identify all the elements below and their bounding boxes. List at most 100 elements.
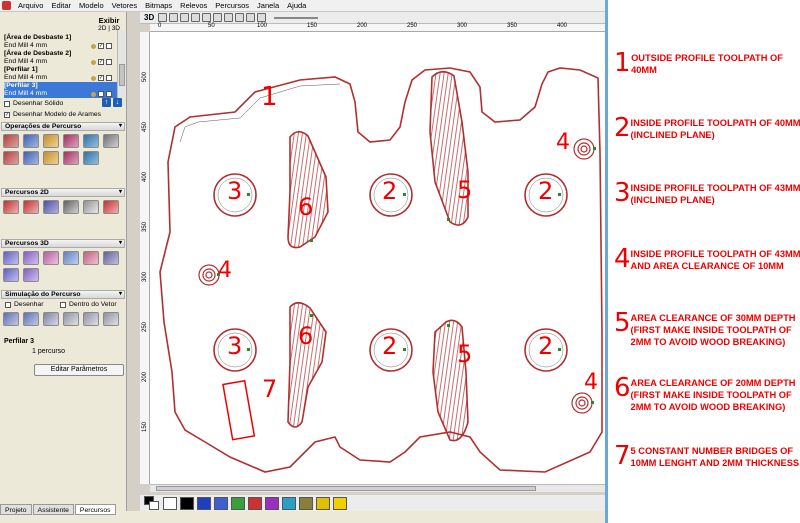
color-swatch[interactable] [299,496,313,510]
toolpath-op-icon[interactable] [83,151,99,165]
transparency-slider[interactable] [274,16,319,19]
fg-bg-color-icon[interactable] [144,496,160,510]
settings-sim-icon[interactable] [103,312,119,326]
color-swatch[interactable] [163,496,177,510]
relief-3d-icon[interactable] [3,268,19,282]
pocket-area-clearance[interactable] [287,130,329,249]
toolpath-op-icon[interactable] [3,151,19,165]
tab-projeto[interactable]: Projeto [0,504,32,515]
visible-checkbox[interactable]: ✓ [98,75,104,81]
simulate-all-icon[interactable] [3,312,19,326]
small-clearance-circle[interactable] [198,264,220,286]
collapse-icon[interactable]: ▾ [119,240,122,247]
zoom-in-icon[interactable] [158,13,168,22]
edit-parameters-button[interactable]: Editar Parâmetros [34,364,124,376]
solid-option[interactable]: Desenhar Sólido [4,100,63,107]
texture-tool-icon[interactable] [103,200,119,214]
visible-checkbox[interactable]: ✓ [98,43,104,49]
toolpath-op-icon[interactable] [63,134,79,148]
color-swatch[interactable] [248,496,262,510]
tree-item-selected[interactable]: End Mill 4 mm ✓ [4,90,122,98]
collapse-icon[interactable]: ▾ [119,123,122,130]
pocket-area-clearance[interactable] [432,319,469,442]
project-3d-icon[interactable] [83,251,99,265]
solid-checkbox[interactable] [4,100,10,107]
menu-modelo[interactable]: Modelo [75,0,108,12]
visible-checkbox[interactable]: ✓ [98,59,104,65]
speed-sim-icon[interactable] [83,312,99,326]
tab-assistente[interactable]: Assistente [32,504,74,515]
menu-percursos[interactable]: Percursos [211,0,253,12]
small-clearance-circle[interactable] [573,138,595,160]
small-clearance-circle[interactable] [571,392,593,414]
select-checkbox[interactable] [106,91,112,97]
menu-relevos[interactable]: Relevos [176,0,211,12]
zlevel-3d-icon[interactable] [63,251,79,265]
measure-icon[interactable] [235,13,245,22]
finishing-3d-icon[interactable] [23,251,39,265]
pan-icon[interactable] [224,13,234,22]
tree-item[interactable]: End Mill 4 mm ✓ [4,74,122,82]
simulate-one-icon[interactable] [23,312,39,326]
sim-draw-option[interactable]: Desenhar [5,301,43,308]
menu-ajuda[interactable]: Ajuda [283,0,310,12]
toolpath-op-icon[interactable] [23,134,39,148]
wire-option[interactable]: ✓ Desenhar Modelo de Arames [4,111,101,118]
engrave-3d-icon[interactable] [23,268,39,282]
roughing-3d-icon[interactable] [3,251,19,265]
collapse-icon[interactable]: ▾ [119,189,122,196]
zoom-out-icon[interactable] [169,13,179,22]
reset-sim-icon[interactable] [63,312,79,326]
profile-tool-icon[interactable] [3,200,19,214]
visible-checkbox[interactable]: ✓ [98,91,104,97]
zoom-all-icon[interactable] [202,13,212,22]
sim-inside-checkbox[interactable] [60,301,66,308]
view-mode-label[interactable]: 3D [144,13,154,22]
toolpath-op-icon[interactable] [43,151,59,165]
view-iso-icon[interactable] [257,13,267,22]
menu-arquivo[interactable]: Arquivo [14,0,47,12]
wire-checkbox[interactable]: ✓ [4,111,10,118]
move-down-button[interactable]: ↓ [113,98,122,107]
color-swatch[interactable] [333,496,347,510]
zoom-window-icon[interactable] [213,13,223,22]
pocket-tool-icon[interactable] [23,200,39,214]
section-operations[interactable]: Operações de Percurso ▾ [1,122,125,131]
tree-scrollbar[interactable] [117,30,125,106]
toolpath-op-icon[interactable] [63,151,79,165]
tree-scrollbar-thumb[interactable] [119,64,125,86]
select-checkbox[interactable] [106,59,112,65]
toolpath-op-icon[interactable] [43,134,59,148]
menu-janela[interactable]: Janela [253,0,283,12]
zoom-box-icon[interactable] [180,13,190,22]
toolpath-op-icon[interactable] [83,134,99,148]
move-up-button[interactable]: ↑ [102,98,111,107]
drill-tool-icon[interactable] [43,200,59,214]
zoom-fit-icon[interactable] [191,13,201,22]
tree-group-area2[interactable]: [Área de Desbaste 2] [4,50,122,58]
vcarve-tool-icon[interactable] [63,200,79,214]
menu-editar[interactable]: Editar [47,0,75,12]
view-top-icon[interactable] [246,13,256,22]
color-swatch[interactable] [214,496,228,510]
color-swatch[interactable] [231,496,245,510]
tree-item[interactable]: End Mill 4 mm ✓ [4,42,122,50]
toolpath-op-icon[interactable] [23,151,39,165]
design-canvas[interactable]: 1 2 2 2 2 3 3 4 4 4 5 5 6 6 7 [150,32,606,484]
section-simulation[interactable]: Simulação do Percurso ▾ [1,290,125,299]
select-checkbox[interactable] [106,43,112,49]
sim-inside-option[interactable]: Dentro do Vetor [60,301,117,308]
canvas-hscrollbar-thumb[interactable] [156,486,536,491]
color-swatch[interactable] [265,496,279,510]
toolpath-op-icon[interactable] [103,134,119,148]
select-checkbox[interactable] [106,75,112,81]
tree-item[interactable]: End Mill 4 mm ✓ [4,58,122,66]
tree-group-area1[interactable]: [Área de Desbaste 1] [4,34,122,42]
menu-vetores[interactable]: Vetores [108,0,141,12]
color-swatch[interactable] [180,496,194,510]
color-swatch[interactable] [282,496,296,510]
inlay-tool-icon[interactable] [83,200,99,214]
tree-group-profile3[interactable]: [Perfilar 3] [4,82,122,90]
pause-sim-icon[interactable] [43,312,59,326]
tab-percursos[interactable]: Percursos [74,504,116,515]
